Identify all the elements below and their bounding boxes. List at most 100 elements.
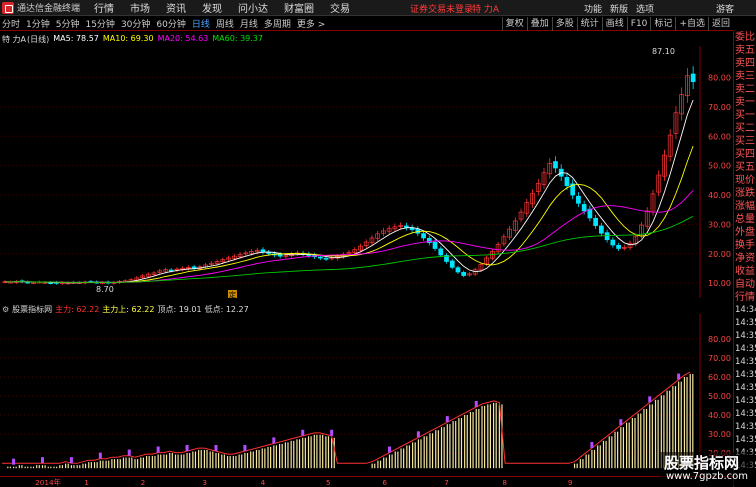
- quote-field-label: 外盘: [735, 227, 755, 238]
- ind-tick-label: 60.00: [708, 373, 731, 382]
- indicator-dot: [185, 445, 189, 451]
- quote-field-label: 卖三: [735, 71, 755, 82]
- candle-body: [260, 249, 266, 253]
- tick-time: 14:35: [735, 331, 756, 341]
- candlestick-chart[interactable]: 80.00 70.00 60.00 50.00 40.00 30.00 20.00 10.00…: [0, 46, 733, 298]
- indicator-dot: [648, 396, 652, 403]
- tick-time: 14:35: [735, 383, 756, 393]
- menu-xuanxiang[interactable]: 选项: [636, 2, 654, 15]
- indicator-dot: [69, 457, 73, 464]
- indicator-dot: [474, 400, 478, 407]
- candle-body: [432, 241, 438, 249]
- menu-youke[interactable]: 游客: [716, 2, 734, 15]
- period-60min[interactable]: 60分钟: [156, 17, 185, 30]
- indicator-chart[interactable]: 80.0070.0060.0050.0040.0030.0020.00: [0, 314, 733, 476]
- multi-stock-button[interactable]: 多股: [551, 17, 577, 31]
- candle-body: [168, 269, 174, 272]
- indicator-dot: [387, 446, 391, 453]
- tick-time: 14:35: [735, 422, 756, 432]
- indicator-dots: [12, 373, 681, 465]
- ind-tick-label: 70.00: [708, 354, 731, 363]
- time-tick-label: 2014年: [35, 478, 61, 487]
- legend-stock-name: 特 力A: [2, 35, 27, 44]
- watermark-url: www.7gpzb.com: [666, 471, 748, 482]
- time-tick-label: 5: [326, 478, 331, 487]
- ind-tick-label: 50.00: [708, 392, 731, 401]
- f10-button[interactable]: F10: [626, 17, 651, 31]
- draw-line-button[interactable]: 画线: [601, 17, 627, 31]
- ma-line-ma60: [4, 215, 694, 283]
- indicator-dot: [301, 429, 305, 436]
- period-daily[interactable]: 日线: [192, 17, 210, 30]
- indicator-dot: [445, 416, 449, 423]
- zhuli-line: [2, 371, 691, 464]
- login-status[interactable]: 证券交易未登录: [410, 2, 473, 15]
- tick-time: 14:35: [735, 318, 756, 328]
- period-5min[interactable]: 5分钟: [56, 17, 80, 30]
- period-toolbar: 分时 1分钟 5分钟 15分钟 30分钟 60分钟 日线 周线 月线 多周期 更…: [0, 17, 733, 31]
- stats-button[interactable]: 统计: [576, 17, 602, 31]
- candle-body: [438, 248, 444, 256]
- fuquan-button[interactable]: 复权: [501, 17, 527, 31]
- period-30min[interactable]: 30分钟: [121, 17, 150, 30]
- menu-zixun[interactable]: 资讯: [166, 0, 186, 15]
- legend-ma5: MA5: 78.57: [53, 34, 99, 43]
- back-button[interactable]: 返回: [707, 17, 733, 31]
- gear-icon[interactable]: ⚙: [2, 305, 9, 314]
- period-multi[interactable]: 多周期: [264, 17, 291, 30]
- tick-time: 14:35: [735, 396, 756, 406]
- quote-side-panel: 委比 卖五 卖四 卖三 卖二 卖一 买一 买二 买三 买四 买五 现价 涨跌 涨幅 总量 外盘 换手 净资 收益 自动…: [733, 31, 756, 487]
- indicator-dot: [40, 457, 44, 464]
- quote-field-label: 买四: [735, 149, 755, 160]
- tick-time: 14:35: [735, 435, 756, 445]
- menu-wenxiaoda[interactable]: 问小达: [238, 0, 268, 15]
- candle-body: [581, 204, 587, 212]
- tick-time: 14:35: [735, 409, 756, 419]
- ind-tick-label: 30.00: [708, 430, 731, 439]
- candle-body: [455, 267, 461, 273]
- period-fenshi[interactable]: 分时: [2, 17, 20, 30]
- candle-body: [599, 225, 604, 234]
- quote-field-label: 卖五: [735, 45, 755, 56]
- ind-tick-label: 80.00: [708, 335, 731, 344]
- time-axis: 2014年 1 2 3 4 5 6 7 8 9: [0, 476, 733, 487]
- indicator-bars: [2, 371, 694, 469]
- marker-label: 定: [229, 290, 236, 298]
- menu-xinban[interactable]: 新版: [610, 2, 628, 15]
- mark-button[interactable]: 标记: [650, 17, 675, 31]
- price-tick-label: 40.00: [708, 191, 731, 200]
- watermark: 股票指标网 www.7gpzb.com: [660, 452, 755, 486]
- quote-field-label: 现价: [735, 175, 755, 186]
- time-tick-label: 2: [141, 478, 146, 487]
- candle-body: [593, 217, 598, 226]
- menu-caifuquan[interactable]: 财富圈: [284, 0, 314, 15]
- quote-field-label: 卖四: [735, 58, 755, 69]
- menu-faxian[interactable]: 发现: [202, 0, 222, 15]
- price-tick-label: 60.00: [708, 132, 731, 141]
- app-title: 通达信金融终端: [17, 4, 81, 14]
- time-tick-label: 9: [568, 478, 573, 487]
- menu-jiaoyi[interactable]: 交易: [330, 0, 350, 15]
- ma-lines: [4, 99, 694, 284]
- period-more[interactable]: 更多 >: [297, 17, 325, 30]
- indicator-dot: [416, 431, 420, 438]
- add-favorite-button[interactable]: +自选: [675, 17, 708, 31]
- menu-gongneng[interactable]: 功能: [584, 2, 602, 15]
- candle-body: [604, 232, 610, 241]
- candles: [2, 66, 696, 285]
- quote-field-label: 卖一: [735, 97, 755, 108]
- overlay-button[interactable]: 叠加: [526, 17, 552, 31]
- period-weekly[interactable]: 周线: [216, 17, 234, 30]
- period-15min[interactable]: 15分钟: [85, 17, 114, 30]
- stock-name-top: 特 力A: [472, 5, 500, 15]
- price-axis-labels: 80.00 70.00 60.00 50.00 40.00 30.00 20.00 10.00: [708, 74, 731, 289]
- indicator-dot: [272, 437, 276, 444]
- ma-legend: 特 力A (日线) MA5: 78.57 MA10: 69.30 MA20: 5…: [2, 34, 267, 45]
- menu-hangqing[interactable]: 行情: [94, 0, 114, 15]
- menu-shichang[interactable]: 市场: [130, 0, 150, 15]
- period-monthly[interactable]: 月线: [240, 17, 258, 30]
- time-tick-label: 4: [261, 478, 266, 487]
- price-grid: [0, 46, 701, 298]
- time-tick-label: 3: [202, 478, 207, 487]
- period-1min[interactable]: 1分钟: [26, 17, 50, 30]
